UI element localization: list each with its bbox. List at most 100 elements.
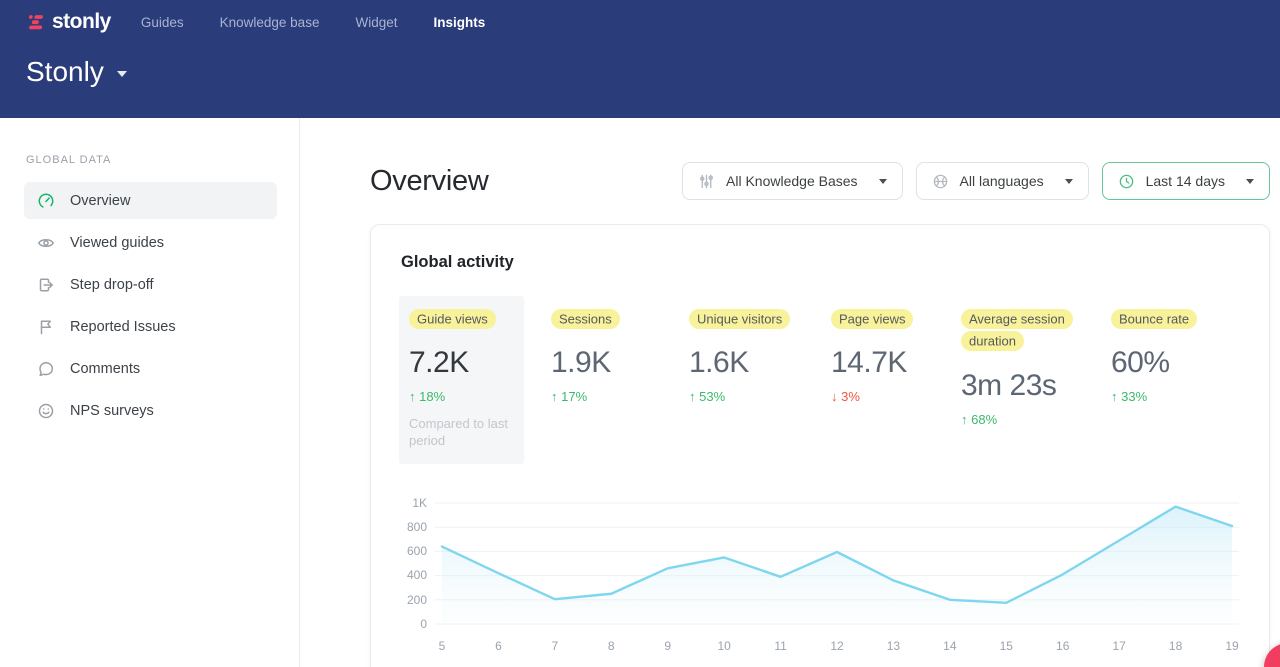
stonly-logo-icon bbox=[26, 14, 45, 31]
sidebar-item-overview[interactable]: Overview bbox=[24, 182, 277, 219]
arrow-up-icon: ↑ bbox=[409, 389, 416, 404]
metric-change: ↑ 33% bbox=[1111, 389, 1239, 404]
sidebar-item-reported-issues[interactable]: Reported Issues bbox=[24, 308, 277, 345]
metric-label: Bounce rate bbox=[1111, 309, 1197, 329]
sidebar-item-nps-surveys[interactable]: NPS surveys bbox=[24, 392, 277, 429]
top-nav: stonly Guides Knowledge base Widget Insi… bbox=[0, 0, 1280, 34]
sidebar-item-label: Step drop-off bbox=[70, 277, 154, 293]
y-tick-label: 1K bbox=[412, 496, 427, 510]
metric-value: 1.6K bbox=[689, 346, 831, 380]
metrics-row: Guide views 7.2K ↑ 18% Compared to last … bbox=[399, 296, 1239, 464]
x-tick-label: 11 bbox=[774, 639, 786, 653]
nav-link-guides[interactable]: Guides bbox=[141, 15, 184, 30]
metric-label: Sessions bbox=[551, 309, 620, 329]
clock-icon bbox=[1118, 173, 1135, 190]
knowledge-bases-dropdown[interactable]: All Knowledge Bases bbox=[682, 162, 903, 200]
arrow-up-icon: ↑ bbox=[689, 389, 696, 404]
metric-bounce-rate[interactable]: Bounce rate 60% ↑ 33% bbox=[1111, 296, 1239, 464]
metric-change: ↑ 53% bbox=[689, 389, 831, 404]
metric-value: 7.2K bbox=[409, 346, 514, 380]
chart-x-axis: 5 6 7 8 9 10 11 12 13 14 15 16 17 18 19 bbox=[435, 639, 1239, 655]
filters-bar: All Knowledge Bases All languages bbox=[682, 162, 1270, 200]
sidebar-item-viewed-guides[interactable]: Viewed guides bbox=[24, 224, 277, 261]
x-tick-label: 19 bbox=[1225, 639, 1238, 653]
nav-link-widget[interactable]: Widget bbox=[355, 15, 397, 30]
metric-value: 1.9K bbox=[551, 346, 689, 380]
globe-icon bbox=[932, 173, 949, 190]
languages-dropdown[interactable]: All languages bbox=[916, 162, 1089, 200]
metric-change: ↓ 3% bbox=[831, 389, 961, 404]
sidebar-item-step-drop-off[interactable]: Step drop-off bbox=[24, 266, 277, 303]
x-tick-label: 13 bbox=[887, 639, 900, 653]
metric-guide-views[interactable]: Guide views 7.2K ↑ 18% Compared to last … bbox=[399, 296, 524, 464]
arrow-up-icon: ↑ bbox=[961, 412, 968, 427]
metric-change: ↑ 18% bbox=[409, 389, 514, 404]
arrow-up-icon: ↑ bbox=[551, 389, 558, 404]
step-exit-icon bbox=[37, 276, 55, 294]
sidebar-item-label: NPS surveys bbox=[70, 403, 154, 419]
workspace-selector[interactable]: Stonly bbox=[0, 34, 1280, 88]
workspace-name: Stonly bbox=[26, 56, 104, 88]
stonly-logo[interactable]: stonly bbox=[26, 10, 111, 34]
dropdown-value: Last 14 days bbox=[1146, 173, 1225, 189]
metric-value: 60% bbox=[1111, 346, 1239, 380]
chevron-down-icon bbox=[117, 71, 127, 77]
metric-change: ↑ 17% bbox=[551, 389, 689, 404]
smiley-icon bbox=[37, 402, 55, 420]
chevron-down-icon bbox=[879, 179, 887, 184]
x-tick-label: 6 bbox=[495, 639, 502, 653]
y-tick-label: 400 bbox=[407, 568, 427, 582]
flag-icon bbox=[37, 318, 55, 336]
metric-sessions[interactable]: Sessions 1.9K ↑ 17% bbox=[551, 296, 689, 464]
sidebar-item-label: Comments bbox=[70, 361, 140, 377]
y-tick-label: 0 bbox=[420, 617, 427, 631]
eye-icon bbox=[37, 234, 55, 252]
x-tick-label: 12 bbox=[830, 639, 843, 653]
metric-avg-session-duration[interactable]: Average session duration 3m 23s ↑ 68% bbox=[961, 296, 1111, 464]
x-tick-label: 9 bbox=[664, 639, 671, 653]
x-tick-label: 16 bbox=[1056, 639, 1069, 653]
sidebar-item-label: Overview bbox=[70, 193, 130, 209]
date-range-dropdown[interactable]: Last 14 days bbox=[1102, 162, 1270, 200]
metric-unique-visitors[interactable]: Unique visitors 1.6K ↑ 53% bbox=[689, 296, 831, 464]
y-tick-label: 800 bbox=[407, 520, 427, 534]
x-tick-label: 15 bbox=[1000, 639, 1013, 653]
x-tick-label: 18 bbox=[1169, 639, 1182, 653]
stonly-logo-text: stonly bbox=[52, 10, 111, 34]
metric-value: 14.7K bbox=[831, 346, 961, 380]
x-tick-label: 17 bbox=[1112, 639, 1125, 653]
gauge-icon bbox=[37, 192, 55, 210]
dropdown-value: All languages bbox=[960, 173, 1044, 189]
metric-label: Unique visitors bbox=[689, 309, 790, 329]
nav-link-insights[interactable]: Insights bbox=[433, 15, 485, 30]
x-tick-label: 7 bbox=[552, 639, 559, 653]
metric-label: Guide views bbox=[409, 309, 496, 329]
metric-label: Average session duration bbox=[961, 309, 1073, 352]
page-title: Overview bbox=[370, 165, 488, 198]
metric-label: Page views bbox=[831, 309, 913, 329]
comment-icon bbox=[37, 360, 55, 378]
x-tick-label: 14 bbox=[943, 639, 956, 653]
chevron-down-icon bbox=[1065, 179, 1073, 184]
chevron-down-icon bbox=[1246, 179, 1254, 184]
top-header: stonly Guides Knowledge base Widget Insi… bbox=[0, 0, 1280, 118]
metric-note: Compared to last period bbox=[409, 415, 514, 450]
sidebar-section-label: GLOBAL DATA bbox=[26, 154, 277, 166]
activity-chart-svg bbox=[435, 498, 1239, 628]
nav-link-knowledge-base[interactable]: Knowledge base bbox=[220, 15, 320, 30]
dropdown-value: All Knowledge Bases bbox=[726, 173, 858, 189]
arrow-up-icon: ↑ bbox=[1111, 389, 1118, 404]
x-tick-label: 8 bbox=[608, 639, 615, 653]
activity-chart[interactable]: 1K8006004002000 567891011121314151617181… bbox=[401, 498, 1239, 655]
arrow-down-icon: ↓ bbox=[831, 389, 838, 404]
metric-value: 3m 23s bbox=[961, 369, 1111, 403]
sliders-icon bbox=[698, 173, 715, 190]
main-content: Overview All Knowledge Bases bbox=[300, 118, 1280, 667]
x-tick-label: 5 bbox=[439, 639, 446, 653]
x-tick-label: 10 bbox=[717, 639, 730, 653]
sidebar-item-label: Viewed guides bbox=[70, 235, 164, 251]
chart-y-axis: 1K8006004002000 bbox=[401, 498, 435, 628]
metric-page-views[interactable]: Page views 14.7K ↓ 3% bbox=[831, 296, 961, 464]
sidebar-item-comments[interactable]: Comments bbox=[24, 350, 277, 387]
y-tick-label: 200 bbox=[407, 593, 427, 607]
